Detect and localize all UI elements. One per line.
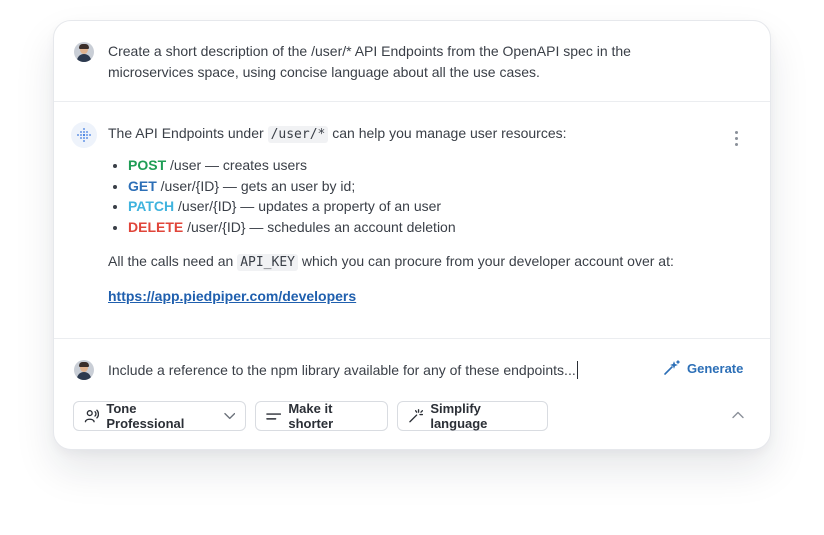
method-get: GET <box>128 177 157 194</box>
chevron-down-icon <box>223 412 235 420</box>
generate-button[interactable]: Generate <box>663 360 743 376</box>
text-lines-icon <box>266 413 282 420</box>
calls-text-after: which you can procure from your develope… <box>301 253 674 269</box>
api-key-code: API_KEY <box>237 254 298 271</box>
list-item: PATCH /user/{ID} — updates a property of… <box>128 196 728 217</box>
ai-response: The API Endpoints under /user/* can help… <box>108 123 728 307</box>
simplify-label: Simplify language <box>430 401 488 431</box>
magic-wand-icon <box>664 360 680 375</box>
user-avatar <box>74 42 94 62</box>
endpoint-text: /user — creates users <box>170 157 307 173</box>
developers-link[interactable]: https://app.piedpiper.com/developers <box>108 286 356 307</box>
calls-text-before: All the calls need an <box>108 253 234 269</box>
ai-sparkle-icon <box>71 122 97 148</box>
method-patch: PATCH <box>128 198 175 214</box>
prompt-input-value: Include a reference to the npm library a… <box>108 362 576 378</box>
response-intro: The API Endpoints under /user/* can help… <box>108 123 728 145</box>
method-post: POST <box>128 157 167 173</box>
sparkle-wand-icon <box>409 409 424 423</box>
voice-icon <box>84 409 100 423</box>
generate-label: Generate <box>687 360 744 376</box>
endpoint-text: /user/{ID} — gets an user by id; <box>160 177 356 194</box>
intro-code: /user/* <box>267 126 329 143</box>
list-item: DELETE /user/{ID} — schedules an account… <box>128 217 728 238</box>
simplify-language-button[interactable]: Simplify language <box>397 401 548 431</box>
chevron-up-icon[interactable] <box>732 411 744 419</box>
endpoint-text: /user/{ID} — updates a property of an us… <box>178 198 442 214</box>
divider-bottom <box>54 338 770 339</box>
shorter-label: Make it shorter <box>288 401 334 431</box>
intro-text-before: The API Endpoints under <box>108 125 264 141</box>
user-avatar-input <box>74 360 94 380</box>
intro-text-after: can help you manage user resources: <box>332 125 567 141</box>
method-delete: DELETE <box>128 218 184 235</box>
user-prompt: Create a short description of the /user/… <box>108 43 631 80</box>
endpoint-list: POST /user — creates users GET /user/{ID… <box>108 155 728 237</box>
divider-top <box>54 101 770 102</box>
text-caret <box>576 361 578 379</box>
tone-label: Tone Professional <box>106 401 185 431</box>
prompt-input[interactable]: Include a reference to the npm library a… <box>108 361 578 379</box>
list-item: GET /user/{ID} — gets an user by id; <box>128 176 728 197</box>
kebab-menu-icon[interactable] <box>735 131 739 147</box>
calls-note: All the calls need an API_KEY which you … <box>108 251 728 273</box>
assistant-card: Create a short description of the /user/… <box>53 20 771 450</box>
endpoint-text: /user/{ID} — schedules an account deleti… <box>187 218 456 235</box>
list-item: POST /user — creates users <box>128 155 728 176</box>
tone-dropdown[interactable]: Tone Professional <box>73 401 246 431</box>
make-shorter-button[interactable]: Make it shorter <box>255 401 388 431</box>
